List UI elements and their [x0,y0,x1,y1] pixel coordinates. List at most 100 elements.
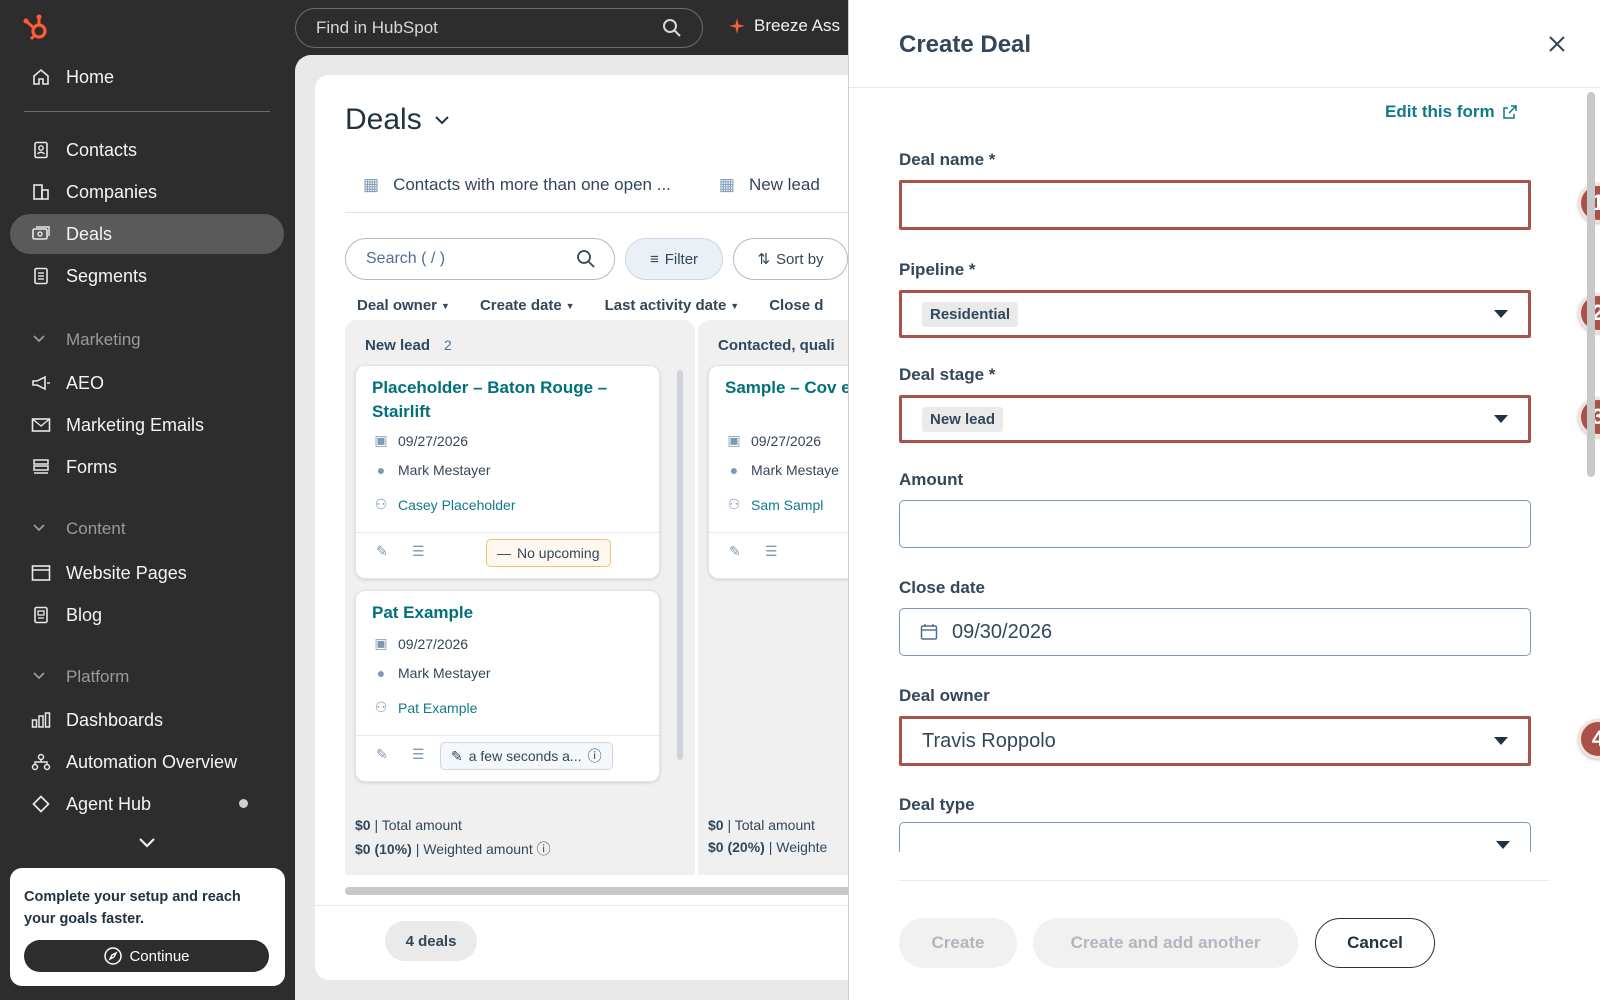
deal-card-title[interactable]: Sample – Cov elevator [725,376,855,400]
pipeline-select[interactable]: Residential [899,290,1531,338]
sidebar-item-segments[interactable]: Segments [10,256,284,296]
activity-badge[interactable]: ✎ a few seconds a... ⓘ [440,742,613,770]
deal-name-input[interactable] [899,180,1531,230]
contact-link[interactable]: Pat Example [398,700,477,716]
edit-note-icon[interactable]: ✎ [376,746,388,763]
search-deals-input[interactable]: Search ( / ) [345,238,615,280]
deal-card-contact[interactable]: ⚇ Casey Placeholder [372,496,516,513]
deal-owner-value: Travis Roppolo [922,729,1056,752]
sort-label: Sort by [776,250,824,268]
page-title-text: Deals [345,103,422,136]
sidebar-item-home[interactable]: Home [10,57,284,97]
deal-card[interactable]: Sample – Cov elevator ▣ 09/27/2026 ● Mark … [708,365,855,579]
search-placeholder: Search ( / ) [366,250,446,267]
edit-form-link[interactable]: Edit this form [1385,102,1517,122]
sidebar-item-forms[interactable]: Forms [10,447,284,487]
column-weighted: $0 (20%) | Weighte [708,839,828,855]
create-deal-panel: Create Deal Edit this form Deal name * 1… [848,0,1600,1000]
deal-card-contact[interactable]: ⚇ Pat Example [372,699,478,716]
deal-card[interactable]: Pat Example ▣ 09/27/2026 ● Mark Mestayer ⚇… [355,590,660,782]
sidebar-item-website-pages[interactable]: Website Pages [10,553,284,593]
create-and-add-another-button[interactable]: Create and add another [1033,918,1298,968]
task-list-icon[interactable]: ☰ [765,543,778,560]
deal-card-contact[interactable]: ⚇ Sam Sampl [725,496,824,513]
chevron-down-icon[interactable] [137,835,157,851]
deal-owner-select[interactable]: Travis Roppolo [899,716,1531,766]
filter-label: Create date [479,297,562,314]
deal-card-title[interactable]: Pat Example [372,601,642,625]
total-label: Total amount [381,817,462,833]
close-icon[interactable] [1547,34,1567,54]
sidebar-item-aeo[interactable]: AEO [10,363,284,403]
section-content[interactable]: Content [10,512,284,546]
sidebar: Home Contacts Companies Deals Segments M… [0,0,295,1000]
view-tab[interactable]: ▦ New lead [719,175,820,195]
chevron-down-icon [32,522,50,536]
sidebar-item-blog[interactable]: Blog [10,595,284,635]
page-title[interactable]: Deals [345,103,450,137]
filter-label: Close d [769,297,824,314]
chevron-down-icon [32,333,50,347]
view-tab[interactable]: ▦ Contacts with more than one open ... [363,175,671,195]
table-icon: ▦ [718,175,735,194]
table-icon: ▦ [363,175,380,194]
task-list-icon[interactable]: ☰ [412,746,425,763]
view-tab-label: Contacts with more than one open ... [393,175,671,194]
cancel-button[interactable]: Cancel [1315,918,1435,968]
card-footer: ✎ ☰ — No upcoming [356,532,659,580]
global-search-input[interactable]: Find in HubSpot [295,8,703,48]
deal-card-title[interactable]: Placeholder – Baton Rouge – Stairlift [372,376,642,424]
sidebar-item-contacts[interactable]: Contacts [10,130,284,170]
info-icon[interactable]: ⓘ [537,841,551,857]
activity-badge[interactable]: — No upcoming [486,539,611,567]
horizontal-scrollbar[interactable] [345,887,855,895]
hubspot-logo-icon[interactable] [22,12,52,42]
close-date-value: 09/30/2026 [952,620,1053,643]
deal-stage-select[interactable]: New lead [899,395,1531,443]
workflow-icon [30,751,52,773]
filter-create-date[interactable]: Create date ▼ [480,297,575,314]
edit-note-icon[interactable]: ✎ [729,543,741,560]
sidebar-item-deals[interactable]: Deals [10,214,284,254]
quick-filters: Deal owner ▼ Create date ▼ Last activity d… [357,297,823,314]
scrollbar[interactable] [677,370,683,760]
section-marketing[interactable]: Marketing [10,323,284,357]
sort-button[interactable]: ⇅ Sort by [733,238,848,280]
task-list-icon[interactable]: ☰ [412,543,425,560]
filter-label: Deal owner [357,297,438,314]
filter-last-activity-date[interactable]: Last activity date ▼ [605,297,740,314]
filter-label: Filter [664,250,699,268]
sidebar-item-automation-overview[interactable]: Automation Overview [10,742,284,782]
contact-link[interactable]: Sam Sampl [751,497,823,513]
filter-deal-owner[interactable]: Deal owner ▼ [357,297,450,314]
deal-card[interactable]: Placeholder – Baton Rouge – Stairlift ▣ 0… [355,365,660,579]
amount-label: Amount [899,470,964,489]
continue-button[interactable]: Continue [24,940,269,972]
sidebar-item-agent-hub[interactable]: Agent Hub [10,784,284,824]
sidebar-item-companies[interactable]: Companies [10,172,284,212]
calendar-icon: ▣ [727,432,741,448]
edit-note-icon[interactable]: ✎ [376,543,388,560]
deal-card-date: ▣ 09/27/2026 [372,635,468,652]
sidebar-item-dashboards[interactable]: Dashboards [10,700,284,740]
amount-input[interactable] [899,500,1531,548]
contact-link[interactable]: Casey Placeholder [398,497,516,513]
setup-text: Complete your setup and reach your goals… [24,889,241,927]
section-platform[interactable]: Platform [10,660,284,694]
date-text: 09/27/2026 [751,432,822,449]
breeze-assistant-button[interactable]: Breeze Ass [728,16,840,36]
deal-type-select[interactable] [899,822,1531,852]
board-column-contacted: Contacted, quali Sample – Cov elevator ▣… [698,320,855,875]
create-button[interactable]: Create [899,918,1017,968]
sidebar-item-marketing-emails[interactable]: Marketing Emails [10,405,284,445]
filter-button[interactable]: ≡ Filter [625,238,723,280]
close-date-input[interactable]: 09/30/2026 [899,608,1531,656]
sidebar-item-label: AEO [66,372,105,393]
panel-scrollbar[interactable] [1587,92,1595,477]
filter-close-date[interactable]: Close d [769,297,823,314]
total-label: Total amount [734,817,815,833]
browser-window-icon [30,562,52,584]
sidebar-item-label: Dashboards [66,709,164,730]
caret-down-icon: ▼ [565,301,575,312]
chevron-down-icon [434,116,449,125]
